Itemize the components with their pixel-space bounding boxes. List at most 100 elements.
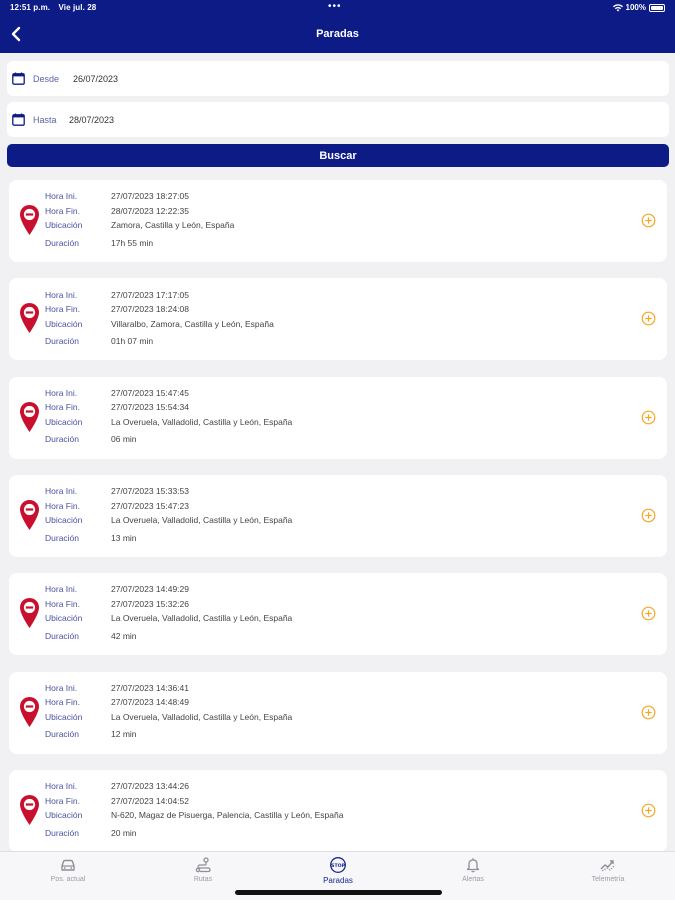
location-label: Ubicación: [45, 416, 83, 427]
tab-telemetry[interactable]: Telemetría: [568, 856, 648, 883]
duration-value: 13 min: [111, 532, 137, 543]
start-time: 27/07/2023 15:47:45: [111, 387, 189, 398]
calendar-icon: [12, 72, 25, 85]
duration-label: Duración: [45, 630, 80, 641]
bell-icon: [466, 858, 480, 873]
location-value: La Overuela, Valladolid, Castilla y León…: [111, 613, 293, 624]
stop-card[interactable]: Hora Ini. 27/07/2023 15:47:45 Hora Fin. 27…: [9, 376, 667, 459]
duration-label: Duración: [45, 729, 80, 740]
stop-card[interactable]: Hora Ini. 27/07/2023 15:33:53 Hora Fin. 27…: [9, 474, 667, 557]
date-to-field[interactable]: Hasta 28/07/2023: [7, 102, 669, 137]
stop-card[interactable]: Hora Ini. 27/07/2023 18:27:05 Hora Fin. 28…: [9, 180, 667, 262]
date-from-value[interactable]: 26/07/2023: [73, 74, 118, 84]
status-bar-left: 12:51 p.m. Vie jul. 28: [10, 3, 102, 12]
plus-circle-icon[interactable]: [641, 606, 656, 621]
plus-circle-icon[interactable]: [641, 508, 656, 523]
status-date: Vie jul. 28: [58, 3, 97, 12]
map-pin-icon: [20, 401, 39, 432]
start-label: Hora Ini.: [45, 486, 78, 497]
tab-label: Pos. actual: [50, 876, 86, 883]
start-label: Hora Ini.: [45, 289, 78, 300]
home-indicator[interactable]: [235, 890, 442, 895]
duration-value: 20 min: [111, 827, 137, 838]
plus-circle-icon[interactable]: [641, 705, 656, 720]
location-label: Ubicación: [45, 318, 83, 329]
tab-label: Alertas: [462, 876, 484, 883]
map-pin-icon: [20, 205, 39, 235]
telemetry-icon: [600, 860, 616, 872]
start-time: 27/07/2023 18:27:05: [111, 191, 189, 202]
start-label: Hora Ini.: [45, 682, 78, 693]
tab-stops[interactable]: STOP Paradas: [298, 856, 378, 885]
location-label: Ubicación: [45, 515, 83, 526]
location-label: Ubicación: [45, 810, 83, 821]
multitask-dots-icon[interactable]: •••: [328, 1, 342, 12]
tab-alerts[interactable]: Alertas: [433, 856, 513, 883]
map-pin-icon: [20, 499, 39, 530]
duration-label: Duración: [45, 532, 80, 543]
end-time: 27/07/2023 14:04:52: [111, 795, 189, 806]
end-time: 27/07/2023 18:24:08: [111, 304, 189, 315]
plus-circle-icon[interactable]: [641, 213, 656, 228]
stop-card[interactable]: Hora Ini. 27/07/2023 14:49:29 Hora Fin. 27…: [9, 573, 667, 656]
location-value: Zamora, Castilla y León, España: [111, 220, 235, 231]
plus-circle-icon[interactable]: [641, 311, 656, 326]
end-label: Hora Fin.: [45, 795, 80, 806]
location-label: Ubicación: [45, 613, 83, 624]
location-value: La Overuela, Valladolid, Castilla y León…: [111, 416, 293, 427]
status-time: 12:51 p.m.: [10, 3, 51, 12]
battery-icon: [649, 3, 665, 12]
duration-label: Duración: [45, 827, 80, 838]
status-bar-right: 100%: [612, 3, 665, 12]
tab-current-position[interactable]: Pos. actual: [28, 856, 108, 883]
end-label: Hora Fin.: [45, 500, 80, 511]
date-to-label: Hasta: [33, 114, 57, 125]
tab-routes[interactable]: Rutas: [163, 856, 243, 883]
date-from-label: Desde: [33, 73, 60, 84]
tab-label: Paradas: [323, 876, 353, 885]
end-label: Hora Fin.: [45, 304, 80, 315]
map-pin-icon: [20, 696, 39, 727]
map-pin-icon: [20, 303, 39, 334]
top-bar: 12:51 p.m. Vie jul. 28 ••• 100% Paradas: [0, 0, 675, 53]
duration-value: 12 min: [111, 729, 137, 740]
stop-icon: STOP: [330, 857, 346, 873]
duration-label: Duración: [45, 336, 80, 347]
location-value: Villaralbo, Zamora, Castilla y León, Esp…: [111, 318, 274, 329]
end-time: 27/07/2023 15:47:23: [111, 500, 189, 511]
location-value: La Overuela, Valladolid, Castilla y León…: [111, 711, 293, 722]
start-time: 27/07/2023 15:33:53: [111, 486, 189, 497]
plus-circle-icon[interactable]: [641, 410, 656, 425]
route-icon: [195, 857, 211, 873]
end-label: Hora Fin.: [45, 697, 80, 708]
car-icon: [61, 859, 75, 871]
start-time: 27/07/2023 13:44:26: [111, 781, 189, 792]
map-pin-icon: [20, 794, 39, 825]
start-label: Hora Ini.: [45, 584, 78, 595]
start-label: Hora Ini.: [45, 387, 78, 398]
date-from-field[interactable]: Desde 26/07/2023: [7, 61, 669, 96]
location-label: Ubicación: [45, 711, 83, 722]
stop-card[interactable]: Hora Ini. 27/07/2023 14:36:41 Hora Fin. 27…: [9, 671, 667, 754]
tab-label: Telemetría: [591, 876, 625, 883]
duration-value: 42 min: [111, 630, 137, 641]
search-button[interactable]: Buscar: [7, 144, 669, 167]
location-value: N-620, Magaz de Pisuerga, Palencia, Cast…: [111, 810, 344, 821]
end-time: 28/07/2023 12:22:35: [111, 205, 189, 216]
start-time: 27/07/2023 14:49:29: [111, 584, 189, 595]
start-label: Hora Ini.: [45, 191, 78, 202]
start-label: Hora Ini.: [45, 781, 78, 792]
location-value: La Overuela, Valladolid, Castilla y León…: [111, 515, 293, 526]
stop-card[interactable]: Hora Ini. 27/07/2023 13:44:26 Hora Fin. 27…: [9, 769, 667, 852]
tab-label: Rutas: [193, 876, 213, 883]
duration-label: Duración: [45, 434, 80, 445]
date-to-value[interactable]: 28/07/2023: [69, 115, 114, 125]
end-label: Hora Fin.: [45, 205, 80, 216]
end-label: Hora Fin.: [45, 598, 80, 609]
end-label: Hora Fin.: [45, 402, 80, 413]
battery-percent: 100%: [625, 3, 646, 12]
map-pin-icon: [20, 598, 39, 629]
wifi-icon: [612, 3, 623, 11]
stop-card[interactable]: Hora Ini. 27/07/2023 17:17:05 Hora Fin. 27…: [9, 278, 667, 361]
plus-circle-icon[interactable]: [641, 803, 656, 818]
